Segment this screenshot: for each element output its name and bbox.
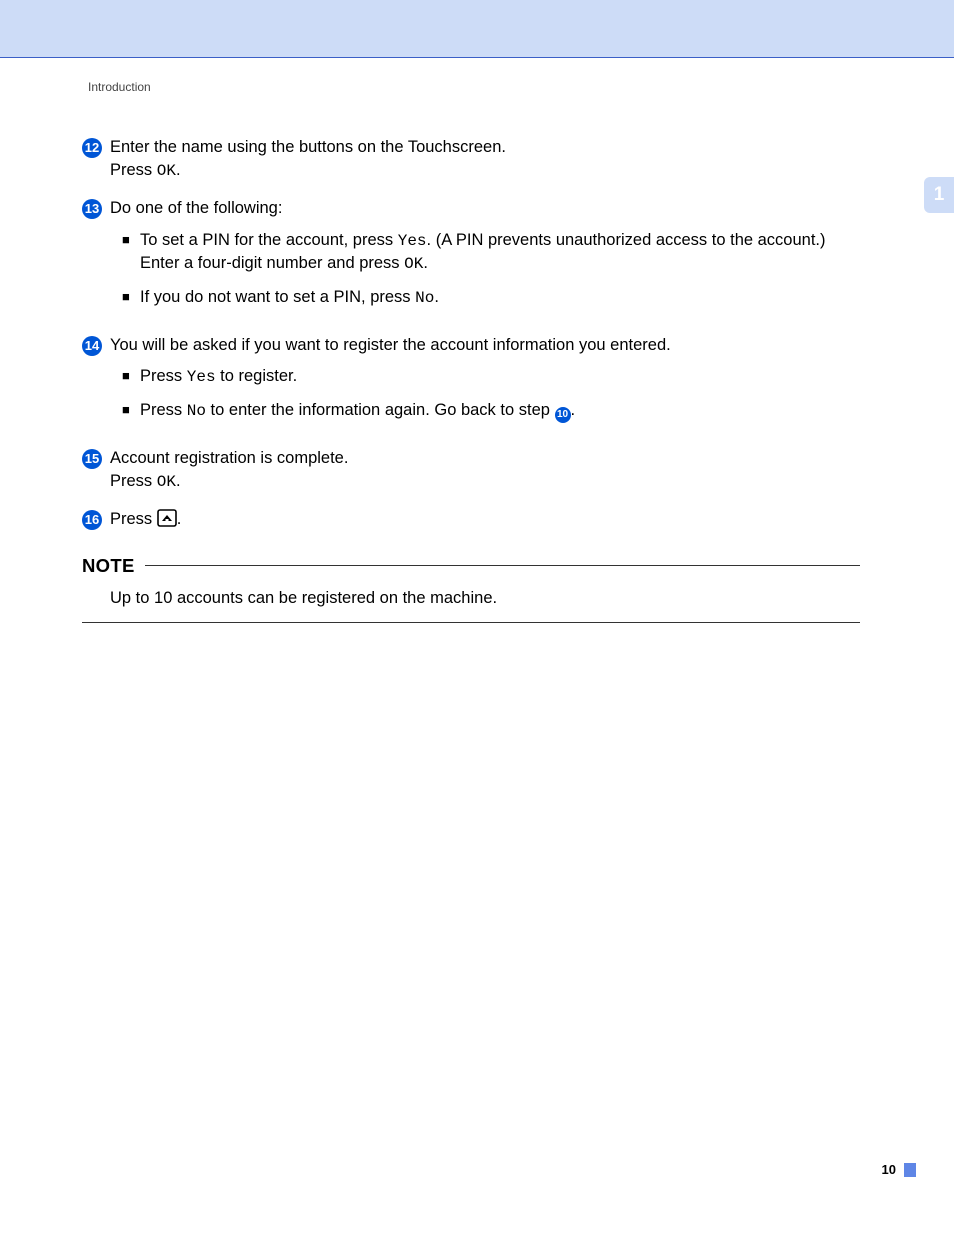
square-bullet-icon: ■ xyxy=(122,365,140,387)
step-number-badge: 12 xyxy=(82,138,102,158)
note-body: Up to 10 accounts can be registered on t… xyxy=(82,577,860,622)
step-15: 15 Account registration is complete. Pre… xyxy=(82,447,860,494)
step-ref-badge: 10 xyxy=(555,407,571,423)
step-12-line1: Enter the name using the buttons on the … xyxy=(110,136,860,159)
page-content: Introduction 12 Enter the name using the… xyxy=(0,58,954,623)
page-number: 10 xyxy=(882,1162,896,1177)
home-icon xyxy=(157,509,177,534)
note-block: NOTE Up to 10 accounts can be registered… xyxy=(82,555,860,623)
step-number-badge: 16 xyxy=(82,510,102,530)
step-number-badge: 14 xyxy=(82,336,102,356)
note-label: NOTE xyxy=(82,555,135,577)
page-footer: 10 xyxy=(882,1162,916,1177)
square-bullet-icon: ■ xyxy=(122,399,140,421)
step-13-intro: Do one of the following: xyxy=(110,197,860,220)
step-13: 13 Do one of the following: ■ To set a P… xyxy=(82,197,860,320)
step-14: 14 You will be asked if you want to regi… xyxy=(82,334,860,433)
note-divider-bottom xyxy=(82,622,860,623)
step-13-bullet-1: ■ To set a PIN for the account, press Ye… xyxy=(122,229,860,276)
step-15-line1: Account registration is complete. xyxy=(110,447,860,470)
top-bar xyxy=(0,0,954,58)
step-12: 12 Enter the name using the buttons on t… xyxy=(82,136,860,183)
note-divider-top xyxy=(145,565,860,566)
step-12-line2: Press OK. xyxy=(110,159,860,183)
section-header: Introduction xyxy=(88,80,860,94)
step-15-line2: Press OK. xyxy=(110,470,860,494)
step-number-badge: 13 xyxy=(82,199,102,219)
step-14-intro: You will be asked if you want to registe… xyxy=(110,334,860,357)
step-14-bullet-1: ■ Press Yes to register. xyxy=(122,365,860,389)
footer-accent xyxy=(904,1163,916,1177)
step-number-badge: 15 xyxy=(82,449,102,469)
step-14-bullet-2: ■ Press No to enter the information agai… xyxy=(122,399,860,423)
square-bullet-icon: ■ xyxy=(122,286,140,308)
step-16: 16 Press . xyxy=(82,508,860,534)
square-bullet-icon: ■ xyxy=(122,229,140,251)
step-13-bullet-2: ■ If you do not want to set a PIN, press… xyxy=(122,286,860,310)
